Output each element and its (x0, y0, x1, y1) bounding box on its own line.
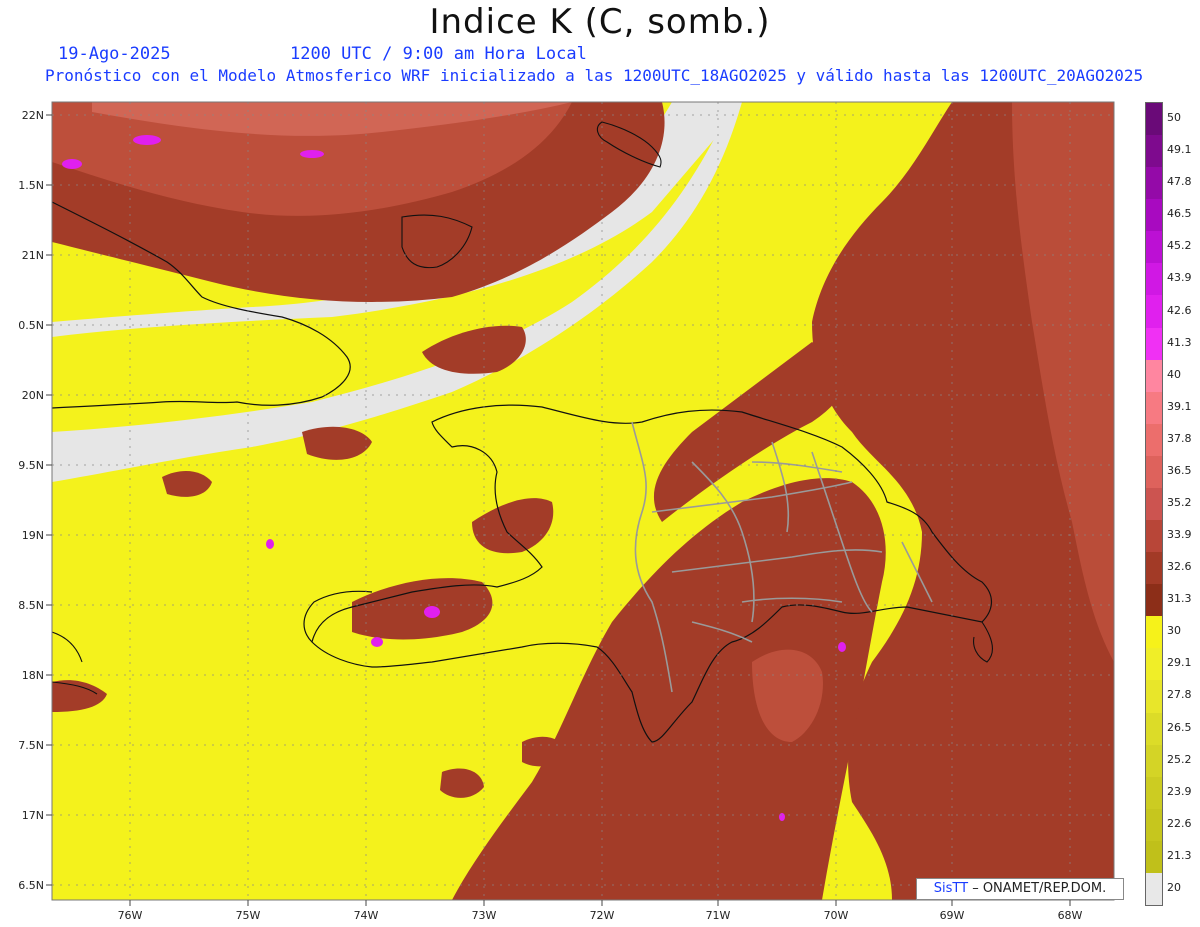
colorbar-label: 25.2 (1167, 752, 1192, 766)
colorbar-label: 47.8 (1167, 175, 1192, 189)
colorbar-label: 43.9 (1167, 271, 1192, 285)
colorbar-cell (1146, 648, 1162, 681)
lat-label: 0.5N (18, 319, 44, 332)
colorbar-label: 46.5 (1167, 207, 1192, 221)
colorbar-label: 36.5 (1167, 463, 1192, 477)
colorbar-label: 27.8 (1167, 688, 1192, 702)
colorbar-cell (1146, 487, 1162, 521)
lat-label: 20N (22, 389, 44, 402)
colorbar-cell (1146, 616, 1162, 649)
colorbar-cell (1146, 840, 1162, 874)
colorbar-cell (1146, 520, 1162, 553)
colorbar-label: 29.1 (1167, 656, 1192, 670)
colorbar-cell (1146, 776, 1162, 810)
colorbar-cell (1146, 263, 1162, 296)
colorbar-cell (1146, 135, 1162, 168)
colorbar-cell (1146, 584, 1162, 617)
colorbar-label: 22.6 (1167, 816, 1192, 830)
colorbar-cell (1146, 167, 1162, 200)
colorbar (1145, 102, 1163, 906)
credit-box: SisTT – ONAMET/REP.DOM. (916, 878, 1124, 900)
colorbar-label: 39.1 (1167, 399, 1192, 413)
colorbar-label: 40 (1167, 367, 1181, 381)
colorbar-cell (1146, 712, 1162, 746)
lat-label: 21N (22, 249, 44, 262)
credit-text: – ONAMET/REP.DOM. (968, 881, 1107, 896)
lon-label: 73W (472, 909, 497, 922)
colorbar-label: 30 (1167, 624, 1181, 638)
colorbar-label: 37.8 (1167, 431, 1192, 445)
lon-label: 70W (824, 909, 849, 922)
colorbar-cell (1146, 391, 1162, 425)
lon-label: 72W (590, 909, 615, 922)
credit-brand: SisTT (933, 881, 969, 896)
colorbar-label: 26.5 (1167, 720, 1192, 734)
colorbar-cell (1146, 199, 1162, 232)
colorbar-label: 23.9 (1167, 784, 1192, 798)
colorbar-label: 50 (1167, 111, 1181, 125)
lat-label: 1.5N (18, 179, 44, 192)
colorbar-cell (1146, 295, 1162, 329)
colorbar-label: 41.3 (1167, 335, 1192, 349)
colorbar-cell (1146, 808, 1162, 842)
colorbar-cell (1146, 552, 1162, 585)
lon-label: 75W (236, 909, 261, 922)
colorbar-cell (1146, 680, 1162, 714)
colorbar-label: 33.9 (1167, 528, 1192, 542)
colorbar-label: 49.1 (1167, 143, 1192, 157)
lat-label: 19N (22, 529, 44, 542)
colorbar-cell (1146, 359, 1162, 393)
colorbar-label: 32.6 (1167, 560, 1192, 574)
colorbar-cell (1146, 744, 1162, 778)
colorbar-cell (1146, 423, 1162, 457)
colorbar-cell (1146, 455, 1162, 489)
colorbar-label: 31.3 (1167, 592, 1192, 606)
lon-label: 69W (940, 909, 965, 922)
lon-label: 74W (354, 909, 379, 922)
colorbar-label: 21.3 (1167, 848, 1192, 862)
colorbar-cell (1146, 327, 1162, 361)
colorbar-label: 42.6 (1167, 303, 1192, 317)
colorbar-label: 45.2 (1167, 239, 1192, 253)
lat-label: 9.5N (18, 459, 44, 472)
lat-label: 18N (22, 669, 44, 682)
colorbar-cell (1146, 231, 1162, 264)
lat-label: 17N (22, 809, 44, 822)
lat-label: 6.5N (18, 879, 44, 892)
lat-label: 22N (22, 109, 44, 122)
colorbar-label: 35.2 (1167, 496, 1192, 509)
map-axes: 22N 1.5N 21N 0.5N 20N 9.5N 19N 8.5N 18N 7.5N 17N 6.… (18, 101, 1115, 922)
colorbar-cell (1146, 103, 1162, 136)
lon-label: 76W (118, 909, 143, 922)
lat-label: 8.5N (18, 599, 44, 612)
colorbar-cell (1146, 872, 1162, 906)
lat-label: 7.5N (18, 739, 44, 752)
lon-label: 68W (1058, 909, 1083, 922)
colorbar-label: 20 (1167, 880, 1181, 894)
lon-label: 71W (706, 909, 731, 922)
